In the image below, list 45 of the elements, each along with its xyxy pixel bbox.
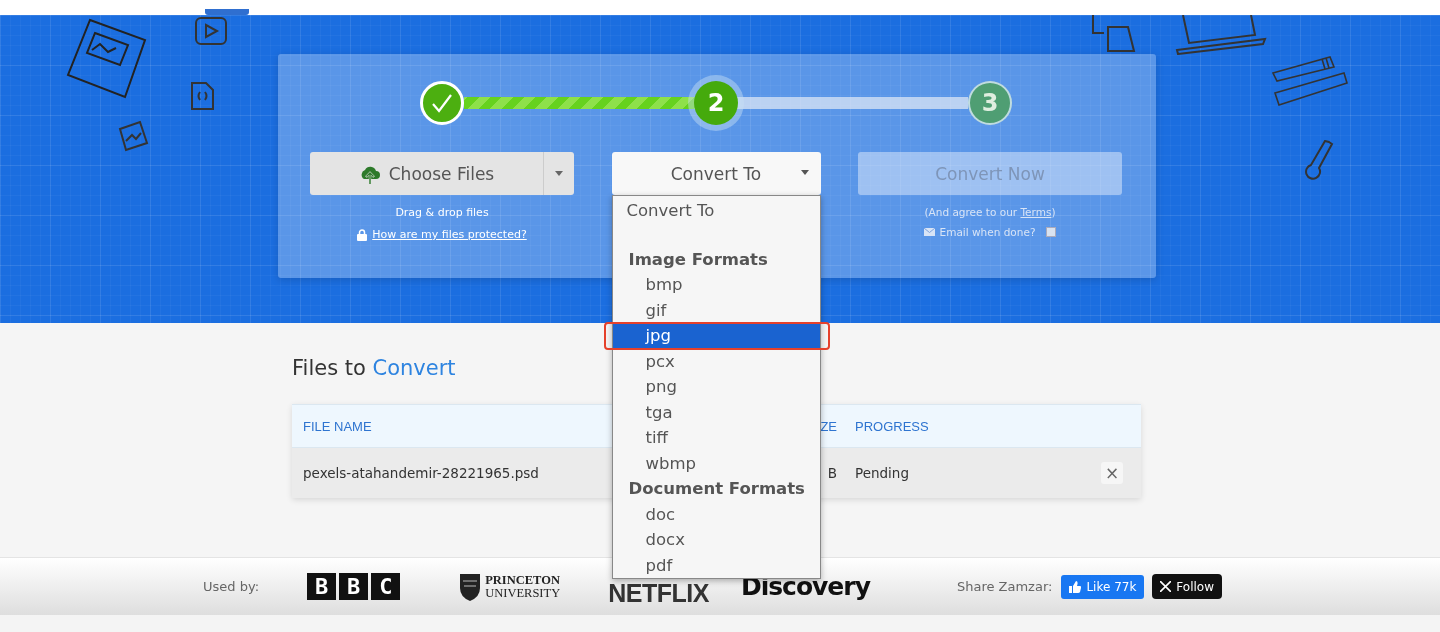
x-icon bbox=[1160, 581, 1172, 592]
table-cell: Pending bbox=[855, 465, 909, 481]
file-icon bbox=[188, 80, 216, 112]
format-option[interactable]: wbmp bbox=[612, 450, 820, 476]
column-header: PROGRESS bbox=[855, 418, 929, 434]
convert-to-dropdown[interactable]: Convert To bbox=[611, 152, 821, 195]
email-label: Email when done? bbox=[939, 226, 1036, 238]
format-option[interactable]: Convert To bbox=[612, 198, 820, 224]
like-button[interactable]: Like 77k bbox=[1061, 574, 1145, 599]
format-option[interactable]: gif bbox=[612, 297, 820, 323]
step-marker: 2 bbox=[694, 81, 738, 125]
format-group-label: Image Formats bbox=[627, 248, 769, 271]
format-option[interactable]: pcx bbox=[612, 348, 820, 374]
column-header: ZE bbox=[820, 418, 837, 434]
shield-icon bbox=[459, 571, 482, 602]
remove-button[interactable]: × bbox=[1101, 462, 1123, 484]
options-button[interactable] bbox=[543, 152, 574, 195]
check-icon bbox=[431, 93, 453, 113]
choose-files-button[interactable]: Choose Files bbox=[310, 152, 543, 195]
format-option[interactable]: tga bbox=[612, 399, 820, 425]
terms-note: (And agree to our Terms) bbox=[924, 206, 1056, 218]
table-cell: pexels-atahandemir-28221965.psd bbox=[303, 465, 539, 481]
envelope-icon bbox=[923, 228, 935, 236]
thumbs-up-icon bbox=[1069, 580, 1082, 593]
format-group-label: Document Formats bbox=[627, 478, 806, 500]
netflix-logo: NETFLIX bbox=[608, 581, 709, 606]
format-option[interactable]: docx bbox=[612, 527, 820, 553]
caret-icon bbox=[800, 170, 809, 175]
format-option[interactable]: jpg bbox=[612, 323, 820, 349]
lock-icon bbox=[357, 228, 368, 241]
caret-icon bbox=[555, 171, 563, 176]
drag-drop-hint: Drag & drop files bbox=[395, 206, 489, 220]
follow-button[interactable]: Follow bbox=[1152, 574, 1222, 599]
format-option[interactable]: tiff bbox=[612, 425, 820, 451]
format-option[interactable]: bmp bbox=[612, 272, 820, 298]
university-logo-text: PRINCETON UNIVERSITY bbox=[485, 573, 561, 600]
share-label: Share Zamzar: bbox=[956, 579, 1053, 594]
table-cell: B bbox=[827, 465, 837, 481]
format-option[interactable]: doc bbox=[612, 501, 820, 527]
column-header: FILE NAME bbox=[303, 418, 372, 434]
laptop-icon bbox=[1175, 15, 1267, 55]
step-marker: 3 bbox=[968, 81, 1012, 125]
section-title: Files to Convert bbox=[292, 355, 456, 382]
used-by-label: Used by: bbox=[203, 579, 260, 594]
format-option[interactable]: png bbox=[612, 374, 820, 400]
